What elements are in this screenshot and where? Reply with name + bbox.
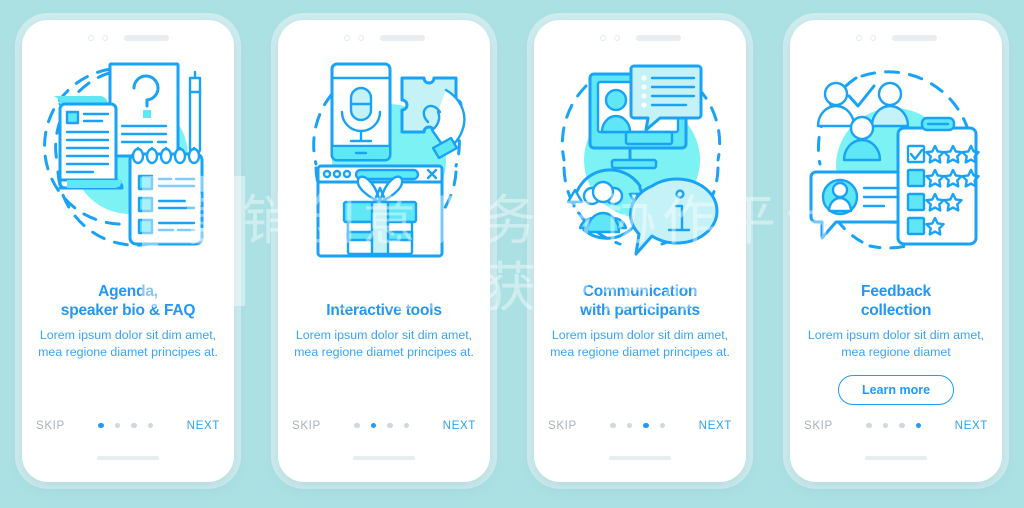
next-button[interactable]: NEXT [699, 419, 732, 432]
phone-notch [790, 35, 1002, 41]
onboarding-screen-feedback: Feedback collection Lorem ipsum dolor si… [768, 0, 1024, 508]
skip-button[interactable]: SKIP [36, 419, 65, 432]
skip-button[interactable]: SKIP [804, 419, 833, 432]
phone-notch [534, 35, 746, 41]
pagination-dot-3[interactable] [899, 422, 905, 429]
next-button[interactable]: NEXT [187, 419, 220, 432]
sensor-icon [869, 35, 876, 41]
pagination-dot-2[interactable] [370, 422, 377, 429]
pagination-dot-1[interactable] [98, 422, 104, 429]
page-title: Interactive tools [288, 282, 480, 320]
screen-footer: SKIP NEXT [36, 419, 220, 432]
title-line-1: Interactive tools [326, 302, 442, 319]
pagination-dot-3[interactable] [387, 422, 393, 429]
onboarding-screen-interactive-tools: Interactive tools Lorem ipsum dolor sit … [256, 0, 512, 508]
pagination-dots[interactable] [98, 422, 154, 429]
screen-text-block: Feedback collection Lorem ipsum dolor si… [800, 282, 992, 405]
pagination-dot-4[interactable] [915, 422, 922, 429]
cta-row: Learn more [800, 375, 992, 405]
sensor-icon [357, 35, 364, 41]
skip-button[interactable]: SKIP [548, 419, 577, 432]
screen-text-block: Agenda, speaker bio & FAQ Lorem ipsum do… [32, 282, 224, 360]
next-button[interactable]: NEXT [443, 419, 476, 432]
pagination-dot-1[interactable] [610, 422, 616, 429]
home-indicator [865, 456, 927, 460]
phone-notch [22, 35, 234, 41]
sensor-icon [613, 35, 620, 41]
pagination-dots[interactable] [866, 422, 922, 429]
agenda-documents-illustration [22, 56, 234, 278]
speaker-bar [123, 35, 169, 41]
phone-frame: Agenda, speaker bio & FAQ Lorem ipsum do… [22, 20, 234, 482]
pagination-dot-2[interactable] [626, 422, 633, 429]
pagination-dots[interactable] [354, 422, 410, 429]
rating-clipboard-people-illustration [790, 56, 1002, 278]
page-body-text: Lorem ipsum dolor sit dim amet, mea regi… [550, 328, 730, 359]
home-indicator [609, 456, 671, 460]
phone-frame: Communication with participants Lorem ip… [534, 20, 746, 482]
title-line-2: with participants [580, 302, 700, 319]
pagination-dot-4[interactable] [147, 422, 154, 429]
pagination-dots[interactable] [610, 422, 666, 429]
microphone-puzzle-gift-illustration [278, 56, 490, 278]
monitor-chat-people-illustration [534, 56, 746, 278]
pagination-dot-2[interactable] [882, 422, 889, 429]
onboarding-screen-communication: Communication with participants Lorem ip… [512, 0, 768, 508]
speaker-bar [891, 35, 937, 41]
screen-footer: SKIP NEXT [548, 419, 732, 432]
skip-button[interactable]: SKIP [292, 419, 321, 432]
home-indicator [353, 456, 415, 460]
screen-text-block: Communication with participants Lorem ip… [544, 282, 736, 360]
page-title: Feedback collection [800, 282, 992, 320]
page-title: Agenda, speaker bio & FAQ [32, 282, 224, 320]
pagination-dot-3[interactable] [131, 422, 137, 429]
sensor-icon [101, 35, 108, 41]
pagination-dot-1[interactable] [354, 422, 360, 429]
title-line-1: Communication [582, 283, 698, 300]
page-body-text: Lorem ipsum dolor sit dim amet, mea regi… [807, 328, 985, 359]
title-line-1: Agenda, [98, 283, 158, 300]
camera-icon [343, 35, 350, 41]
onboarding-screen-agenda: Agenda, speaker bio & FAQ Lorem ipsum do… [0, 0, 256, 508]
camera-icon [599, 35, 606, 41]
onboarding-screens: Agenda, speaker bio & FAQ Lorem ipsum do… [0, 0, 1024, 508]
page-title: Communication with participants [544, 282, 736, 320]
title-line-1: Feedback [861, 283, 931, 300]
pagination-dot-1[interactable] [866, 422, 872, 429]
camera-icon [855, 35, 862, 41]
speaker-bar [635, 35, 681, 41]
camera-icon [87, 35, 94, 41]
pagination-dot-2[interactable] [114, 422, 121, 429]
phone-frame: Feedback collection Lorem ipsum dolor si… [790, 20, 1002, 482]
home-indicator [97, 456, 159, 460]
pagination-dot-3[interactable] [643, 422, 649, 429]
next-button[interactable]: NEXT [955, 419, 988, 432]
speaker-bar [379, 35, 425, 41]
learn-more-button[interactable]: Learn more [837, 375, 955, 405]
screen-footer: SKIP NEXT [804, 419, 988, 432]
title-line-2: collection [860, 302, 932, 319]
pagination-dot-4[interactable] [403, 422, 410, 429]
screen-text-block: Interactive tools Lorem ipsum dolor sit … [288, 282, 480, 360]
title-line-2: speaker bio & FAQ [60, 302, 196, 319]
pagination-dot-4[interactable] [659, 422, 666, 429]
page-body-text: Lorem ipsum dolor sit dim amet, mea regi… [38, 328, 218, 359]
screen-footer: SKIP NEXT [292, 419, 476, 432]
phone-frame: Interactive tools Lorem ipsum dolor sit … [278, 20, 490, 482]
phone-notch [278, 35, 490, 41]
page-body-text: Lorem ipsum dolor sit dim amet, mea regi… [294, 328, 474, 359]
